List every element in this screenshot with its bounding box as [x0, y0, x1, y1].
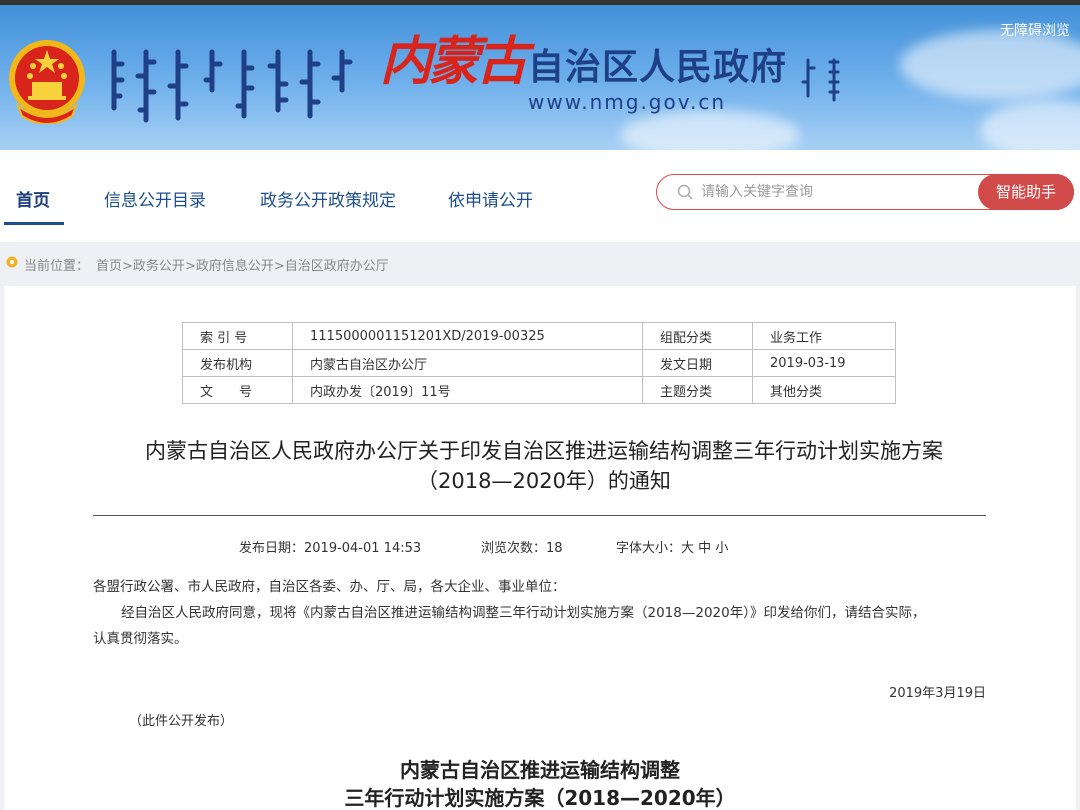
document-title-line1: 内蒙古自治区人民政府办公厅关于印发自治区推进运输结构调整三年行动计划实施方案	[145, 439, 943, 463]
document-meta-table: 索 引 号 1115000001151201XD/2019-00325 组配分类…	[182, 322, 896, 404]
plan-title-line1: 内蒙古自治区推进运输结构调整	[400, 758, 680, 782]
meta-value: 业务工作	[752, 322, 896, 350]
breadcrumb-label: 当前位置：	[24, 259, 90, 274]
view-count-value: 18	[546, 541, 563, 556]
cloud-decoration	[620, 110, 800, 150]
sign-date: 2019年3月19日	[889, 686, 986, 701]
salutation: 各盟行政公署、市人民政府，自治区各委、办、厅、局，各大企业、事业单位：	[93, 579, 566, 595]
cloud-decoration	[900, 30, 1080, 100]
accessibility-link[interactable]: 无障碍浏览	[1000, 20, 1070, 40]
publish-date-value: 2019-04-01 14:53	[304, 541, 422, 556]
meta-key: 文 号	[182, 376, 293, 404]
table-row: 发布机构 内蒙古自治区办公厅 发文日期 2019-03-19	[182, 349, 896, 377]
document-title: 内蒙古自治区人民政府办公厅关于印发自治区推进运输结构调整三年行动计划实施方案 （…	[64, 436, 1024, 496]
search-box: 智能助手	[656, 174, 1074, 210]
site-url: www.nmg.gov.cn	[528, 90, 727, 114]
view-count-label: 浏览次数：	[481, 541, 547, 556]
font-size-medium[interactable]: 中	[698, 541, 711, 556]
nav-policy-rules[interactable]: 政务公开政策规定	[260, 186, 396, 211]
breadcrumb: 当前位置： 首页>政务公开>政府信息公开>自治区政府办公厅	[0, 248, 1080, 278]
meta-key: 主题分类	[642, 376, 753, 404]
plan-title: 内蒙古自治区推进运输结构调整 三年行动计划实施方案（2018—2020年）	[4, 756, 1076, 810]
breadcrumb-trail: 首页>政务公开>政府信息公开>自治区政府办公厅	[96, 255, 389, 274]
article-panel: 索 引 号 1115000001151201XD/2019-00325 组配分类…	[4, 286, 1076, 810]
release-note: （此件公开发布）	[129, 714, 234, 729]
breadcrumb-gov-affairs[interactable]: 政务公开	[133, 259, 185, 274]
breadcrumb-home[interactable]: 首页	[96, 259, 122, 274]
font-size-label: 字体大小：	[616, 541, 682, 556]
breadcrumb-separator: >	[184, 259, 196, 274]
meta-key: 发布机构	[182, 349, 293, 377]
logo-calligraphy: 内蒙古	[380, 31, 528, 92]
table-row: 文 号 内政办发〔2019〕11号 主题分类 其他分类	[182, 376, 896, 404]
title-divider	[93, 515, 986, 516]
search-icon	[677, 184, 693, 200]
font-size-large[interactable]: 大	[681, 541, 694, 556]
meta-key: 组配分类	[642, 322, 753, 350]
site-title: 自治区人民政府	[528, 47, 788, 88]
publish-date-label: 发布日期：	[239, 541, 305, 556]
smart-assistant-button[interactable]: 智能助手	[978, 174, 1074, 210]
table-row: 索 引 号 1115000001151201XD/2019-00325 组配分类…	[182, 322, 896, 350]
view-count: 浏览次数：18	[481, 537, 563, 556]
meta-key: 发文日期	[642, 349, 753, 377]
mongolian-script-logo	[111, 49, 353, 123]
meta-value: 2019-03-19	[752, 349, 896, 377]
gov-mail-seal-icon	[801, 58, 840, 102]
nav-home[interactable]: 首页	[16, 186, 50, 211]
nav-apply-disclosure[interactable]: 依申请公开	[448, 186, 533, 211]
breadcrumb-office[interactable]: 自治区政府办公厅	[285, 259, 389, 274]
cloud-decoration	[980, 100, 1080, 150]
meta-value: 内蒙古自治区办公厅	[292, 349, 643, 377]
location-pin-icon	[6, 256, 18, 268]
breadcrumb-info-disclosure[interactable]: 政府信息公开	[196, 259, 274, 274]
document-title-line2: （2018—2020年）的通知	[417, 469, 671, 493]
search-input[interactable]	[701, 175, 971, 209]
meta-key: 索 引 号	[182, 322, 293, 350]
font-size-small[interactable]: 小	[715, 541, 728, 556]
site-banner: 内蒙古 自治区人民政府 www.nmg.gov.cn 无障碍浏览	[0, 0, 1080, 150]
main-nav: 首页 信息公开目录 政务公开政策规定 依申请公开 智能助手	[0, 150, 1080, 242]
meta-value: 1115000001151201XD/2019-00325	[292, 322, 643, 350]
breadcrumb-separator: >	[273, 259, 285, 274]
banner-top-line	[0, 0, 1080, 5]
meta-value: 内政办发〔2019〕11号	[292, 376, 643, 404]
publish-date: 发布日期：2019-04-01 14:53	[239, 537, 421, 556]
font-size-control: 字体大小：大 中 小	[616, 537, 728, 556]
national-emblem-icon	[9, 40, 85, 124]
body-line1: 经自治区人民政府同意，现将《内蒙古自治区推进运输结构调整三年行动计划实施方案（2…	[121, 605, 926, 621]
breadcrumb-separator: >	[122, 259, 133, 274]
nav-info-catalog[interactable]: 信息公开目录	[104, 186, 206, 211]
plan-title-line2: 三年行动计划实施方案（2018—2020年）	[344, 786, 736, 810]
body-line2: 认真贯彻落实。	[93, 631, 188, 647]
meta-value: 其他分类	[752, 376, 896, 404]
nav-active-indicator	[4, 222, 64, 225]
